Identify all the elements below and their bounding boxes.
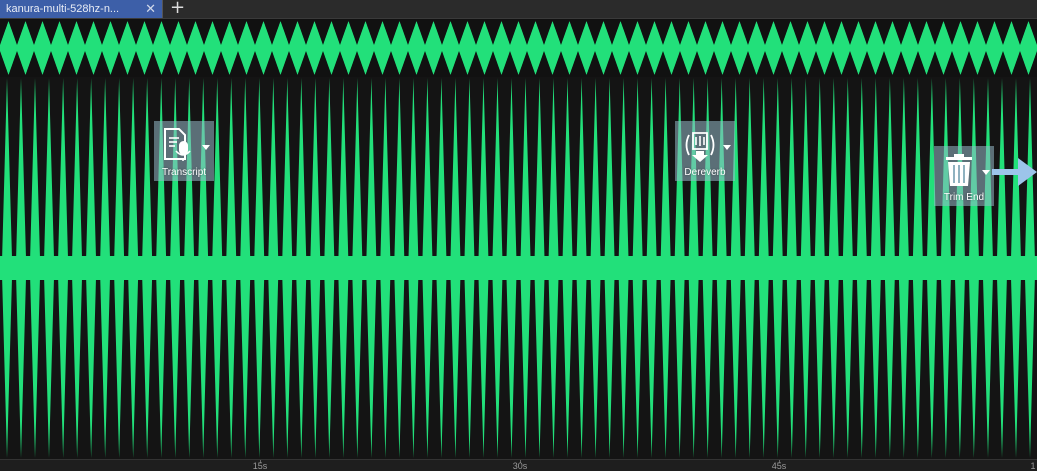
transcript-icon [164,128,191,161]
tab-label: kanura-multi-528hz-n... [6,3,120,15]
overview-waveform[interactable] [0,19,1037,77]
trim-end-label: Trim End [943,192,985,203]
new-tab-button[interactable]: + [170,0,185,18]
chevron-down-icon[interactable] [202,145,210,150]
overview-waveform-shape [0,21,1037,75]
chevron-down-icon[interactable] [723,145,731,150]
timeline-ruler[interactable]: 15s 30s 45s 1 [0,459,1037,471]
arrow-right-icon [992,158,1037,186]
close-icon[interactable]: ✕ [145,1,156,17]
dereverb-icon [685,132,715,162]
transcript-button[interactable]: Transcript [154,121,214,181]
trash-icon [946,154,972,186]
tab-bar: kanura-multi-528hz-n... ✕ + [0,0,1037,19]
transcript-label: Transcript [161,167,207,178]
dereverb-button[interactable]: Dereverb [675,121,735,181]
dereverb-label: Dereverb [684,167,726,178]
chevron-down-icon[interactable] [982,170,990,175]
trim-end-button[interactable]: Trim End [934,146,994,206]
tab-file[interactable]: kanura-multi-528hz-n... ✕ [0,0,163,18]
